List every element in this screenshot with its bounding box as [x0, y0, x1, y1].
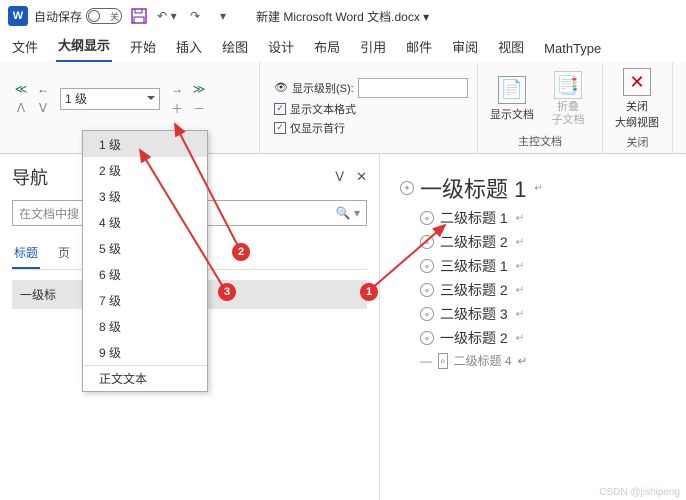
eye-icon: 👁	[274, 81, 288, 94]
word-icon: W	[8, 6, 28, 26]
document-icon: 📄	[498, 76, 526, 104]
outline-nav-arrows-right: → ≫ ＋ －	[164, 77, 212, 120]
chevron-down-icon[interactable]: ᐯ	[335, 169, 344, 185]
tab-mathtype[interactable]: MathType	[542, 35, 603, 62]
nav-title: 导航	[12, 164, 48, 190]
tab-mailings[interactable]: 邮件	[404, 31, 434, 62]
close-icon: ✕	[623, 68, 651, 96]
outline-h1[interactable]: + 一级标题 1↵	[400, 172, 666, 204]
outline-item[interactable]: ∘一级标题 2↵	[420, 328, 666, 348]
bullet-icon: ∘	[420, 283, 434, 297]
autosave-label: 自动保存	[34, 8, 82, 25]
tab-home[interactable]: 开始	[128, 31, 158, 62]
dropdown-item-8[interactable]: 8 级	[83, 313, 207, 339]
tab-insert[interactable]: 插入	[174, 31, 204, 62]
dropdown-item-body[interactable]: 正文文本	[83, 365, 207, 391]
dropdown-item-4[interactable]: 4 级	[83, 209, 207, 235]
search-icon: 🔍 ▾	[336, 206, 360, 220]
expand-bullet-icon[interactable]: +	[400, 181, 414, 195]
bullet-icon: ∘	[420, 307, 434, 321]
move-down-icon[interactable]: ᐯ	[34, 100, 52, 116]
tab-file[interactable]: 文件	[10, 31, 40, 62]
bullet-icon: ∘	[420, 331, 434, 345]
close-outline-button[interactable]: ✕ 关闭 大纲视图	[611, 66, 663, 132]
demote-double-icon[interactable]: ≫	[190, 81, 208, 97]
collapse-subdoc-button[interactable]: 📑 折叠 子文档	[542, 69, 594, 127]
group-label-close: 关闭	[611, 132, 664, 150]
dropdown-item-2[interactable]: 2 级	[83, 157, 207, 183]
autosave-toggle[interactable]: 自动保存 关	[34, 8, 122, 25]
toggle-switch[interactable]: 关	[86, 8, 122, 24]
show-first-line-label: 仅显示首行	[290, 120, 345, 136]
paragraph-mark-icon: ↵	[534, 183, 542, 194]
outline-item[interactable]: ∘三级标题 2↵	[420, 280, 666, 300]
level-value: 1 级	[65, 90, 87, 107]
tab-draw[interactable]: 绘图	[220, 31, 250, 62]
qat-more-icon[interactable]: ▾	[212, 5, 234, 27]
collapse-icon[interactable]: －	[190, 100, 208, 116]
nav-tab-headings[interactable]: 标题	[12, 238, 40, 269]
promote-double-icon[interactable]: ≪	[12, 81, 30, 97]
outline-nav-arrows: ≪ ← ᐱ ᐯ	[8, 77, 56, 120]
outline-item[interactable]: ∘二级标题 1↵	[420, 208, 666, 228]
tab-review[interactable]: 审阅	[450, 31, 480, 62]
show-level-label: 显示级别(S):	[292, 80, 354, 96]
document-pane: + 一级标题 1↵ ∘二级标题 1↵ ∘二级标题 2↵ ∘三级标题 1↵ ∘三级…	[380, 154, 686, 500]
demote-icon[interactable]: →	[168, 81, 186, 97]
close-icon[interactable]: ✕	[356, 169, 367, 185]
redo-icon[interactable]: ↷	[184, 5, 206, 27]
dropdown-item-3[interactable]: 3 级	[83, 183, 207, 209]
document-title[interactable]: 新建 Microsoft Word 文档.docx ▾	[256, 8, 429, 25]
nav-tab-pages[interactable]: 页	[56, 238, 72, 269]
bullet-icon: ∘	[420, 211, 434, 225]
show-level-select[interactable]	[358, 78, 468, 98]
bullet-icon: ∘	[420, 259, 434, 273]
group-label-master: 主控文档	[486, 131, 594, 149]
show-document-button[interactable]: 📄 显示文档	[486, 74, 538, 124]
move-up-icon[interactable]: ᐱ	[12, 100, 30, 116]
undo-icon[interactable]: ↶ ▾	[156, 5, 178, 27]
dropdown-item-5[interactable]: 5 级	[83, 235, 207, 261]
tab-layout[interactable]: 布局	[312, 31, 342, 62]
tab-outline[interactable]: 大纲显示	[56, 29, 112, 62]
ribbon-tabs: 文件 大纲显示 开始 插入 绘图 设计 布局 引用 邮件 审阅 视图 MathT…	[0, 32, 686, 62]
expand-icon[interactable]: ＋	[168, 100, 186, 116]
title-bar: W 自动保存 关 ↶ ▾ ↷ ▾ 新建 Microsoft Word 文档.do…	[0, 0, 686, 32]
collapse-doc-icon: 📑	[554, 71, 582, 99]
annotation-2: 2	[232, 243, 250, 261]
outline-item[interactable]: ∘三级标题 1↵	[420, 256, 666, 276]
bullet-icon: ∘	[420, 235, 434, 249]
checkbox-first-line[interactable]: ✓	[274, 122, 286, 134]
annotation-3: 3	[218, 283, 236, 301]
tab-references[interactable]: 引用	[358, 31, 388, 62]
outline-item[interactable]: ∘二级标题 2↵	[420, 232, 666, 252]
show-text-format-label: 显示文本格式	[290, 101, 356, 117]
level-dropdown: 1 级 2 级 3 级 4 级 5 级 6 级 7 级 8 级 9 级 正文文本	[82, 130, 208, 392]
dropdown-item-6[interactable]: 6 级	[83, 261, 207, 287]
dropdown-item-1[interactable]: 1 级	[83, 131, 207, 157]
outline-level-select[interactable]: 1 级	[60, 88, 160, 110]
tab-view[interactable]: 视图	[496, 31, 526, 62]
chevron-down-icon	[147, 96, 155, 104]
dropdown-item-7[interactable]: 7 级	[83, 287, 207, 313]
outline-item[interactable]: ∘二级标题 3↵	[420, 304, 666, 324]
save-icon[interactable]	[128, 5, 150, 27]
tab-design[interactable]: 设计	[266, 31, 296, 62]
watermark: CSDN @jishipeng	[599, 487, 680, 498]
promote-icon[interactable]: ←	[34, 81, 52, 97]
dropdown-item-9[interactable]: 9 级	[83, 339, 207, 365]
outline-collapsed-indicator: —∘二级标题 4↵	[420, 352, 666, 369]
checkbox-text-format[interactable]: ✓	[274, 103, 286, 115]
annotation-1: 1	[360, 283, 378, 301]
